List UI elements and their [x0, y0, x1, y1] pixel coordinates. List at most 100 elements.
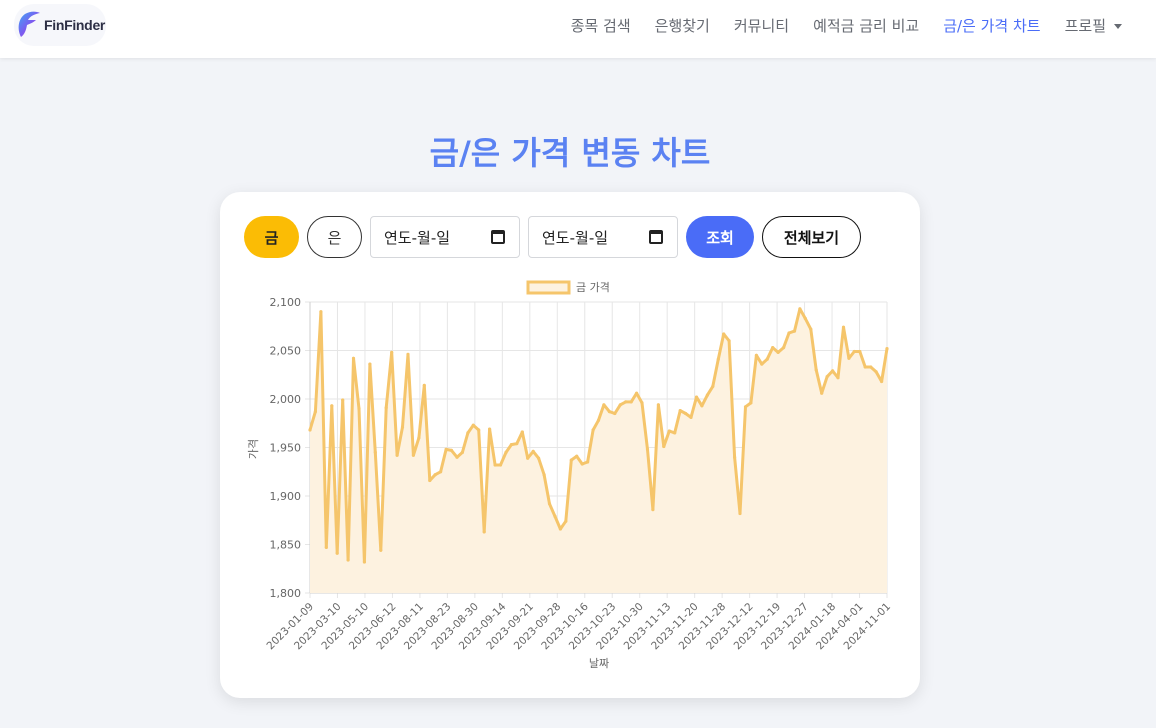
data-point[interactable]	[760, 362, 764, 366]
data-point[interactable]	[602, 403, 606, 407]
data-point[interactable]	[542, 473, 546, 477]
data-point[interactable]	[678, 409, 682, 413]
data-point[interactable]	[460, 450, 464, 454]
gold-button[interactable]: 금	[244, 216, 299, 258]
data-point[interactable]	[738, 511, 742, 516]
data-point[interactable]	[613, 411, 617, 416]
data-point[interactable]	[509, 443, 513, 447]
data-point[interactable]	[379, 548, 383, 552]
data-point[interactable]	[640, 401, 644, 405]
data-point[interactable]	[700, 404, 704, 408]
data-point[interactable]	[357, 407, 361, 411]
data-point[interactable]	[580, 462, 584, 466]
data-point[interactable]	[537, 456, 541, 460]
data-point[interactable]	[308, 428, 312, 432]
data-point[interactable]	[667, 429, 671, 433]
data-point[interactable]	[809, 327, 813, 331]
data-point[interactable]	[493, 463, 497, 467]
data-point[interactable]	[346, 558, 350, 562]
data-point[interactable]	[618, 403, 622, 407]
data-point[interactable]	[368, 362, 372, 366]
data-point[interactable]	[831, 369, 835, 373]
data-point[interactable]	[705, 393, 709, 397]
data-point[interactable]	[863, 365, 867, 369]
calendar-icon[interactable]	[649, 230, 663, 244]
data-point[interactable]	[874, 370, 878, 374]
data-point[interactable]	[825, 375, 829, 379]
data-point[interactable]	[727, 339, 731, 343]
data-point[interactable]	[515, 442, 519, 446]
data-point[interactable]	[782, 346, 786, 350]
data-point[interactable]	[689, 415, 693, 419]
data-point[interactable]	[400, 425, 405, 429]
data-point[interactable]	[471, 423, 475, 427]
data-point[interactable]	[694, 395, 699, 399]
data-point[interactable]	[624, 400, 628, 404]
data-point[interactable]	[754, 353, 759, 357]
data-point[interactable]	[591, 428, 595, 432]
data-point[interactable]	[395, 453, 399, 457]
data-point[interactable]	[428, 478, 432, 483]
data-point[interactable]	[629, 400, 633, 404]
data-point[interactable]	[749, 401, 753, 405]
data-point[interactable]	[319, 310, 323, 314]
data-point[interactable]	[743, 405, 748, 409]
view-all-button[interactable]: 전체보기	[762, 216, 861, 258]
data-point[interactable]	[656, 403, 660, 407]
data-point[interactable]	[814, 368, 818, 372]
data-point[interactable]	[635, 391, 639, 395]
data-point[interactable]	[787, 331, 791, 335]
data-point[interactable]	[455, 455, 459, 459]
data-point[interactable]	[820, 391, 824, 395]
nav-link-bank-finder[interactable]: 은행찾기	[655, 15, 710, 36]
data-point[interactable]	[324, 545, 328, 549]
data-point[interactable]	[477, 428, 481, 432]
data-point[interactable]	[798, 307, 802, 311]
data-point[interactable]	[411, 453, 415, 457]
data-point[interactable]	[406, 352, 410, 356]
data-point[interactable]	[417, 436, 421, 440]
start-date-input[interactable]: 연도-월-일	[370, 216, 520, 258]
data-point[interactable]	[488, 427, 492, 431]
data-point[interactable]	[547, 502, 552, 506]
data-point[interactable]	[858, 349, 862, 354]
silver-button[interactable]: 은	[307, 216, 362, 258]
nav-link-deposit-rate-compare[interactable]: 예적금 금리 비교	[813, 15, 919, 36]
data-point[interactable]	[803, 316, 807, 321]
data-point[interactable]	[684, 411, 688, 416]
data-point[interactable]	[586, 460, 590, 464]
data-point[interactable]	[662, 444, 666, 449]
data-point[interactable]	[351, 356, 356, 360]
data-point[interactable]	[313, 410, 317, 414]
data-point[interactable]	[847, 356, 851, 360]
data-point[interactable]	[722, 332, 726, 336]
data-point[interactable]	[449, 448, 454, 452]
data-point[interactable]	[607, 410, 611, 414]
data-point[interactable]	[771, 346, 775, 350]
nav-link-gold-silver-chart[interactable]: 금/은 가격 차트	[943, 15, 1040, 36]
data-point[interactable]	[885, 347, 889, 351]
data-point[interactable]	[444, 447, 448, 451]
data-point[interactable]	[498, 463, 503, 467]
data-point[interactable]	[651, 508, 655, 512]
data-point[interactable]	[520, 430, 524, 434]
data-point[interactable]	[776, 350, 780, 354]
data-point[interactable]	[841, 325, 846, 329]
query-button[interactable]: 조회	[686, 216, 754, 258]
data-point[interactable]	[765, 357, 769, 361]
data-point[interactable]	[330, 404, 334, 408]
data-point[interactable]	[836, 376, 840, 380]
data-point[interactable]	[564, 519, 568, 523]
data-point[interactable]	[531, 449, 535, 453]
data-point[interactable]	[869, 365, 873, 369]
data-point[interactable]	[390, 350, 394, 354]
logo[interactable]: FinFinder	[14, 4, 106, 46]
data-point[interactable]	[553, 514, 557, 518]
data-point[interactable]	[433, 473, 437, 477]
data-point[interactable]	[852, 349, 856, 354]
data-point[interactable]	[362, 560, 366, 564]
data-point[interactable]	[645, 447, 650, 451]
data-point[interactable]	[373, 450, 377, 454]
profile-dropdown[interactable]: 프로필	[1065, 15, 1122, 36]
calendar-icon[interactable]	[491, 230, 505, 244]
